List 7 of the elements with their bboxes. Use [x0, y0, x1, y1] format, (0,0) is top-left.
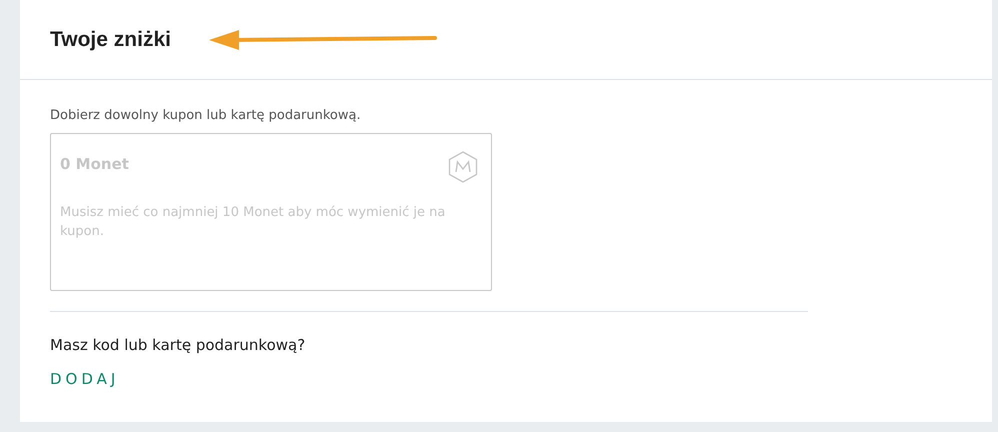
coin-requirement-text: Musisz mieć co najmniej 10 Monet aby móc wymienić je na kupon. — [60, 204, 446, 241]
coin-balance: 0 Monet — [60, 155, 129, 173]
page-title: Twoje zniżki — [50, 28, 171, 52]
intro-text: Dobierz dowolny kupon lub kartę podarunkową. — [50, 108, 362, 123]
gift-code-question: Masz kod lub kartę podarunkową? — [50, 336, 306, 354]
coin-icon — [448, 151, 478, 183]
add-link[interactable]: DODAJ — [50, 370, 120, 388]
